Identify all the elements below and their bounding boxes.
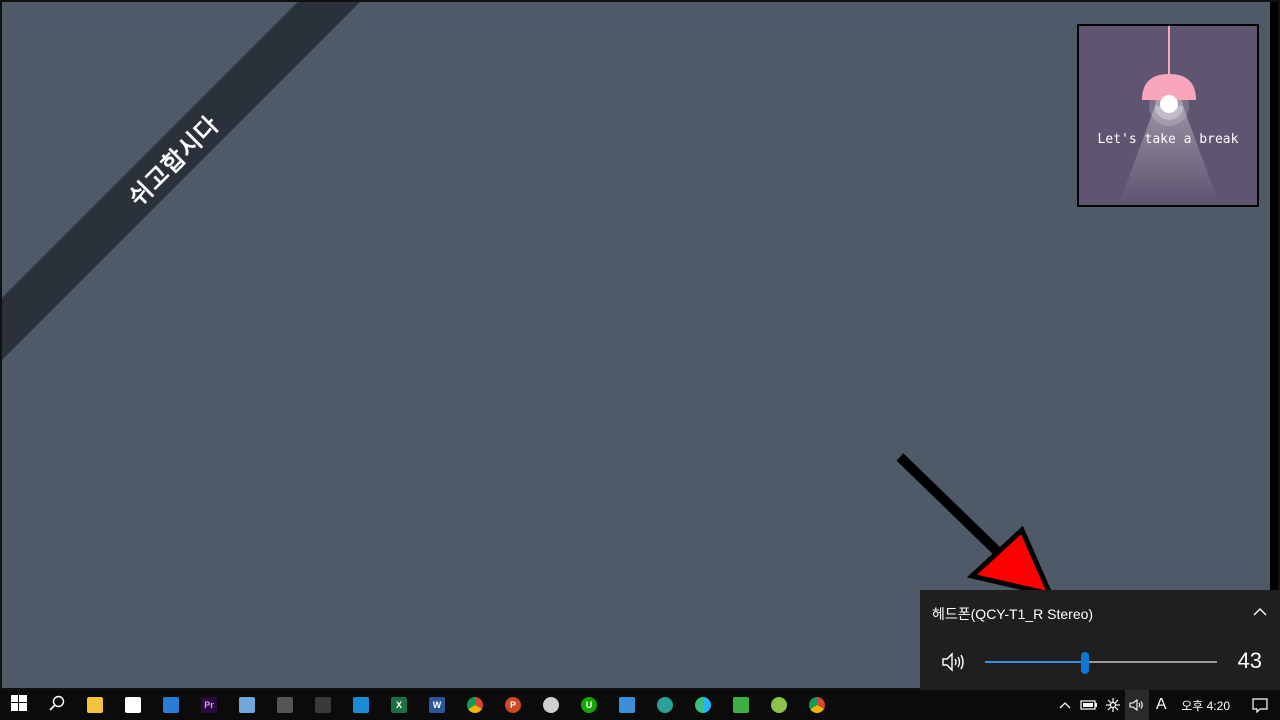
start-icon	[11, 694, 27, 716]
file-explorer-icon	[87, 697, 103, 713]
break-text: Let's take a break	[1097, 132, 1239, 147]
store-icon	[125, 697, 141, 713]
volume-tray-button[interactable]	[1125, 690, 1150, 720]
battery-button[interactable]	[1077, 690, 1101, 720]
edge-dev-button[interactable]	[646, 690, 684, 720]
premiere-pro-button[interactable]: Pr	[190, 690, 228, 720]
ribbon-banner: 쉬고합시다	[2, 2, 386, 373]
search-icon	[49, 695, 65, 716]
taskbar: Pr X W P U A 오후 4:20	[0, 690, 1280, 720]
show-hidden-icons-button[interactable]	[1053, 690, 1077, 720]
desktop: 쉬고합시다 Let's take a break	[0, 0, 1280, 690]
ribbon-text: 쉬고합시다	[123, 110, 225, 212]
pointer-arrow-icon	[896, 453, 1055, 598]
mail-button[interactable]	[152, 690, 190, 720]
kakaotalk-button[interactable]	[532, 690, 570, 720]
calculator-icon	[277, 697, 293, 713]
chrome-2-button[interactable]	[798, 690, 836, 720]
word-icon: W	[429, 697, 445, 713]
chrome-icon-2	[809, 697, 825, 713]
calculator-button[interactable]	[266, 690, 304, 720]
android-app-icon	[771, 697, 787, 713]
chrome-icon	[467, 697, 483, 713]
chevron-up-icon	[1059, 702, 1071, 709]
action-center-button[interactable]	[1240, 690, 1280, 720]
taskbar-apps: Pr X W P U	[0, 690, 836, 720]
lamp-illustration	[1119, 26, 1219, 204]
powerpoint-button[interactable]: P	[494, 690, 532, 720]
collapse-button[interactable]	[1250, 602, 1270, 622]
notification-icon	[1252, 698, 1268, 713]
search-button[interactable]	[38, 690, 76, 720]
system-tray: A 오후 4:20	[1053, 690, 1280, 720]
volume-slider[interactable]	[985, 652, 1217, 674]
gallery-icon	[733, 697, 749, 713]
upwork-icon: U	[581, 697, 597, 713]
clock[interactable]: 오후 4:20	[1173, 697, 1240, 714]
break-card: Let's take a break	[1077, 24, 1259, 207]
speaker-icon	[942, 652, 964, 672]
edge-button[interactable]	[684, 690, 722, 720]
excel-button[interactable]: X	[380, 690, 418, 720]
volume-flyout: 헤드폰(QCY-T1_R Stereo) 43	[920, 590, 1280, 690]
teamviewer-button[interactable]	[342, 690, 380, 720]
input-method-indicator[interactable]: A	[1149, 690, 1173, 720]
mail-icon	[163, 697, 179, 713]
davinci-button[interactable]	[304, 690, 342, 720]
start-button[interactable]	[0, 690, 38, 720]
file-explorer-button[interactable]	[76, 690, 114, 720]
remote-desktop-button[interactable]	[608, 690, 646, 720]
battery-icon	[1080, 700, 1098, 710]
premiere-pro-icon: Pr	[201, 697, 217, 713]
edge-dev-icon	[657, 697, 673, 713]
network-icon	[1106, 698, 1121, 712]
kakaotalk-icon	[543, 697, 559, 713]
network-button[interactable]	[1101, 690, 1125, 720]
volume-slider-fill	[985, 661, 1085, 663]
speaker-icon	[1129, 698, 1144, 712]
store-button[interactable]	[114, 690, 152, 720]
mute-button[interactable]	[940, 650, 966, 674]
teamviewer-icon	[353, 697, 369, 713]
notes-app-icon	[239, 697, 255, 713]
excel-icon: X	[391, 697, 407, 713]
upwork-button[interactable]: U	[570, 690, 608, 720]
powerpoint-icon: P	[505, 697, 521, 713]
davinci-icon	[315, 697, 331, 713]
gallery-button[interactable]	[722, 690, 760, 720]
audio-device-name[interactable]: 헤드폰(QCY-T1_R Stereo)	[932, 604, 1093, 624]
notes-app-button[interactable]	[228, 690, 266, 720]
volume-slider-thumb[interactable]	[1081, 652, 1089, 674]
edge-icon	[695, 697, 711, 713]
remote-desktop-icon	[619, 697, 635, 713]
word-button[interactable]: W	[418, 690, 456, 720]
android-app-button[interactable]	[760, 690, 798, 720]
screen-edge	[1270, 2, 1278, 688]
chrome-button[interactable]	[456, 690, 494, 720]
chevron-up-icon	[1253, 608, 1267, 616]
volume-value: 43	[1237, 648, 1262, 673]
